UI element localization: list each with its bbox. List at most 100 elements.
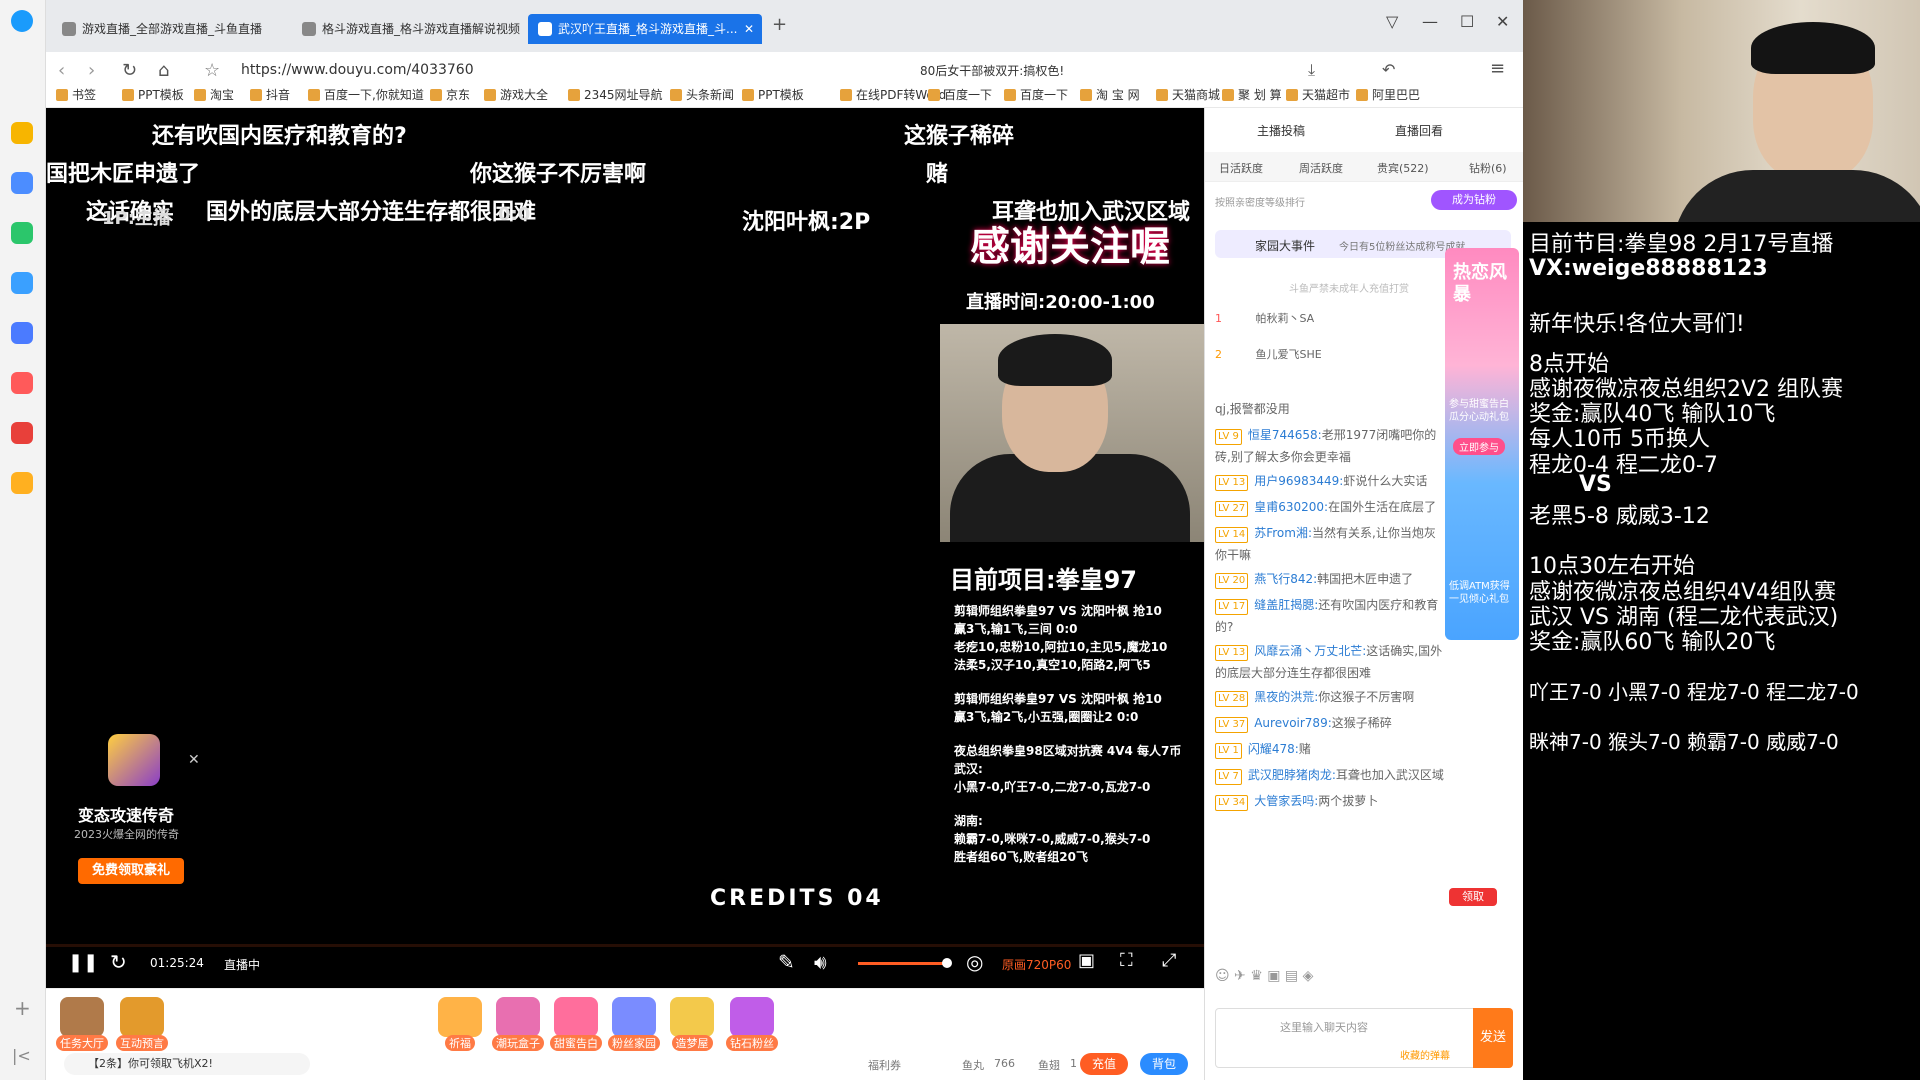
promo-close-icon[interactable]: ✕ bbox=[188, 752, 200, 768]
mail-icon[interactable] bbox=[11, 372, 33, 394]
saved-danmaku[interactable]: 收藏的弹幕 bbox=[1400, 1047, 1450, 1062]
minimize-button[interactable]: — bbox=[1422, 12, 1438, 31]
pip-icon[interactable]: ▣ bbox=[1078, 950, 1095, 971]
collapse-icon[interactable]: |< bbox=[12, 1046, 31, 1065]
back-icon[interactable]: ‹ bbox=[58, 60, 65, 81]
chat-username[interactable]: 缝盖肛揭腮: bbox=[1254, 598, 1318, 612]
send-button[interactable]: 发送 bbox=[1473, 1008, 1513, 1068]
bookmark-item[interactable]: 天猫商城 bbox=[1156, 86, 1220, 103]
bookmark-item[interactable]: 淘宝 bbox=[194, 86, 234, 103]
maximize-button[interactable]: ☐ bbox=[1460, 12, 1474, 31]
chat-username[interactable]: 燕飞行842: bbox=[1254, 572, 1317, 586]
search-hint[interactable]: 80后女干部被双开:搞权色! bbox=[920, 62, 1064, 79]
chat-username[interactable]: 皇甫630200: bbox=[1254, 500, 1328, 514]
chat-username[interactable]: 闪耀478: bbox=[1248, 742, 1299, 756]
join-button[interactable]: 立即参与 bbox=[1453, 438, 1505, 455]
pdf-icon[interactable] bbox=[11, 422, 33, 444]
reload-icon[interactable]: ↻ bbox=[110, 950, 127, 974]
close-window-button[interactable]: ✕ bbox=[1496, 12, 1509, 31]
gift-item[interactable]: 祈福 bbox=[434, 997, 486, 1051]
become-fan-button[interactable]: 成为钻粉 bbox=[1431, 190, 1517, 210]
add-icon[interactable]: + bbox=[14, 996, 31, 1020]
contribute-link[interactable]: 主播投稿 bbox=[1257, 122, 1305, 139]
gift-item[interactable]: 潮玩盒子 bbox=[492, 997, 544, 1051]
volume-icon[interactable]: 🔊︎ bbox=[814, 950, 827, 974]
url-field[interactable]: https://www.douyu.com/4033760 bbox=[241, 62, 474, 78]
cloud-icon[interactable] bbox=[11, 322, 33, 344]
chat-username[interactable]: 用户96983449: bbox=[1254, 474, 1343, 488]
clock-icon[interactable] bbox=[11, 172, 33, 194]
bag-button[interactable]: 背包 bbox=[1140, 1053, 1188, 1075]
replay-link[interactable]: 直播回看 bbox=[1395, 122, 1443, 139]
promo-claim-button[interactable]: 免费领取豪礼 bbox=[78, 858, 184, 884]
heat-banner[interactable]: 热恋风暴 参与甜蜜告白 瓜分心动礼包 立即参与 低调ATM获得一见倾心礼包 bbox=[1445, 248, 1519, 640]
bookmark-item[interactable]: 百度一下 bbox=[928, 86, 992, 103]
browser-logo-icon[interactable] bbox=[11, 10, 33, 32]
bookmark-item[interactable]: PPT模板 bbox=[122, 86, 184, 103]
bookmark-item[interactable]: 阿里巴巴 bbox=[1356, 86, 1420, 103]
gift-item[interactable]: 甜蜜告白 bbox=[550, 997, 602, 1051]
pause-icon[interactable]: ❚❚ bbox=[68, 952, 98, 973]
bookmark-item[interactable]: PPT模板 bbox=[742, 86, 804, 103]
star-icon[interactable] bbox=[11, 122, 33, 144]
chat-username[interactable]: 黑夜的洪荒: bbox=[1254, 690, 1318, 704]
bookmark-item[interactable]: 书签 bbox=[56, 86, 96, 103]
tab-fighting-live[interactable]: 格斗游戏直播_格斗游戏直播解说视频 bbox=[292, 14, 520, 44]
tab-wuhan-live[interactable]: 武汉吖王直播_格斗游戏直播_斗... ✕ bbox=[528, 14, 762, 44]
gift-item[interactable]: 造梦屋 bbox=[666, 997, 718, 1051]
new-tab-button[interactable]: + bbox=[772, 14, 787, 35]
chat-username[interactable]: 恒星744658: bbox=[1248, 428, 1322, 442]
gift-item[interactable]: 任务大厅 bbox=[56, 997, 108, 1051]
menu-icon[interactable]: ≡ bbox=[1490, 58, 1505, 79]
chat-username[interactable]: 风靡云涌丶万丈北芒: bbox=[1254, 644, 1366, 658]
danmaku-toggle-icon[interactable]: ◎ bbox=[966, 950, 983, 974]
game-icon[interactable] bbox=[11, 272, 33, 294]
bookmark-item[interactable]: 百度一下 bbox=[1004, 86, 1068, 103]
bookmark-item[interactable]: 抖音 bbox=[250, 86, 290, 103]
edit-icon[interactable]: ✎ bbox=[778, 950, 795, 974]
bookmark-item[interactable]: 淘 宝 网 bbox=[1080, 86, 1140, 103]
home-icon[interactable]: ⌂ bbox=[158, 60, 169, 81]
search-icon[interactable] bbox=[11, 472, 33, 494]
close-tab-icon[interactable]: ✕ bbox=[744, 14, 754, 44]
skin-icon[interactable]: ▽ bbox=[1386, 12, 1398, 31]
chat-icon[interactable] bbox=[11, 222, 33, 244]
undo-icon[interactable]: ↶ bbox=[1382, 60, 1395, 79]
chat-input-box[interactable]: 这里输入聊天内容 收藏的弹幕 bbox=[1215, 1008, 1487, 1068]
gift-item[interactable]: 粉丝家园 bbox=[608, 997, 660, 1051]
bookmark-item[interactable]: 天猫超市 bbox=[1286, 86, 1350, 103]
tab-vip[interactable]: 贵宾(522) bbox=[1377, 160, 1429, 176]
tab-diamond[interactable]: 钻粉(6) bbox=[1469, 160, 1507, 176]
volume-knob[interactable] bbox=[942, 958, 952, 968]
notice-bar[interactable]: 【2条】你可领取飞机X2! bbox=[64, 1053, 310, 1075]
webfull-icon[interactable]: ⛶ bbox=[1120, 950, 1133, 971]
bookmark-star-icon[interactable]: ☆ bbox=[204, 60, 220, 81]
chat-username[interactable]: 苏From湘: bbox=[1254, 526, 1312, 540]
rank-name[interactable]: 帕秋莉丶SA bbox=[1256, 312, 1315, 325]
rank-name[interactable]: 鱼儿爱飞SHE bbox=[1256, 348, 1322, 361]
chat-username[interactable]: 武汉肥脖猪肉龙: bbox=[1248, 768, 1336, 782]
claim-button[interactable]: 领取 bbox=[1449, 888, 1497, 906]
tab-daily[interactable]: 日活跃度 bbox=[1219, 160, 1263, 176]
gift-item[interactable]: 钻石粉丝 bbox=[726, 997, 778, 1051]
welfare-link[interactable]: 福利券 bbox=[868, 1057, 901, 1073]
download-icon[interactable]: ⤓ bbox=[1308, 60, 1315, 80]
volume-slider[interactable] bbox=[858, 962, 948, 965]
bookmark-item[interactable]: 头条新闻 bbox=[670, 86, 734, 103]
forward-icon[interactable]: › bbox=[88, 60, 95, 81]
chat-username[interactable]: 大管家丢吗: bbox=[1254, 794, 1318, 808]
bookmark-item[interactable]: 百度一下,你就知道 bbox=[308, 86, 424, 103]
tab-game-live[interactable]: 游戏直播_全部游戏直播_斗鱼直播 bbox=[52, 14, 280, 44]
recharge-button[interactable]: 充值 bbox=[1080, 1053, 1128, 1075]
bookmark-item[interactable]: 游戏大全 bbox=[484, 86, 548, 103]
game-promo[interactable]: ✕ 变态攻速传奇 2023火爆全网的传奇 免费领取豪礼 bbox=[60, 734, 210, 924]
bookmark-item[interactable]: 2345网址导航 bbox=[568, 86, 663, 103]
tab-weekly[interactable]: 周活跃度 bbox=[1299, 160, 1343, 176]
bookmark-item[interactable]: 聚 划 算 bbox=[1222, 86, 1282, 103]
quality-label[interactable]: 原画720P60 bbox=[1002, 956, 1071, 973]
video-player[interactable]: 还有吹国内医疗和教育的? 国把木匠申遗了 这话确实 1P:主播 国外的底层大部分… bbox=[46, 108, 1204, 988]
bookmark-item[interactable]: 京东 bbox=[430, 86, 470, 103]
fullscreen-icon[interactable]: ⤢ bbox=[1162, 950, 1176, 971]
gift-item[interactable]: 互动预言 bbox=[116, 997, 168, 1051]
refresh-icon[interactable]: ↻ bbox=[122, 60, 137, 81]
